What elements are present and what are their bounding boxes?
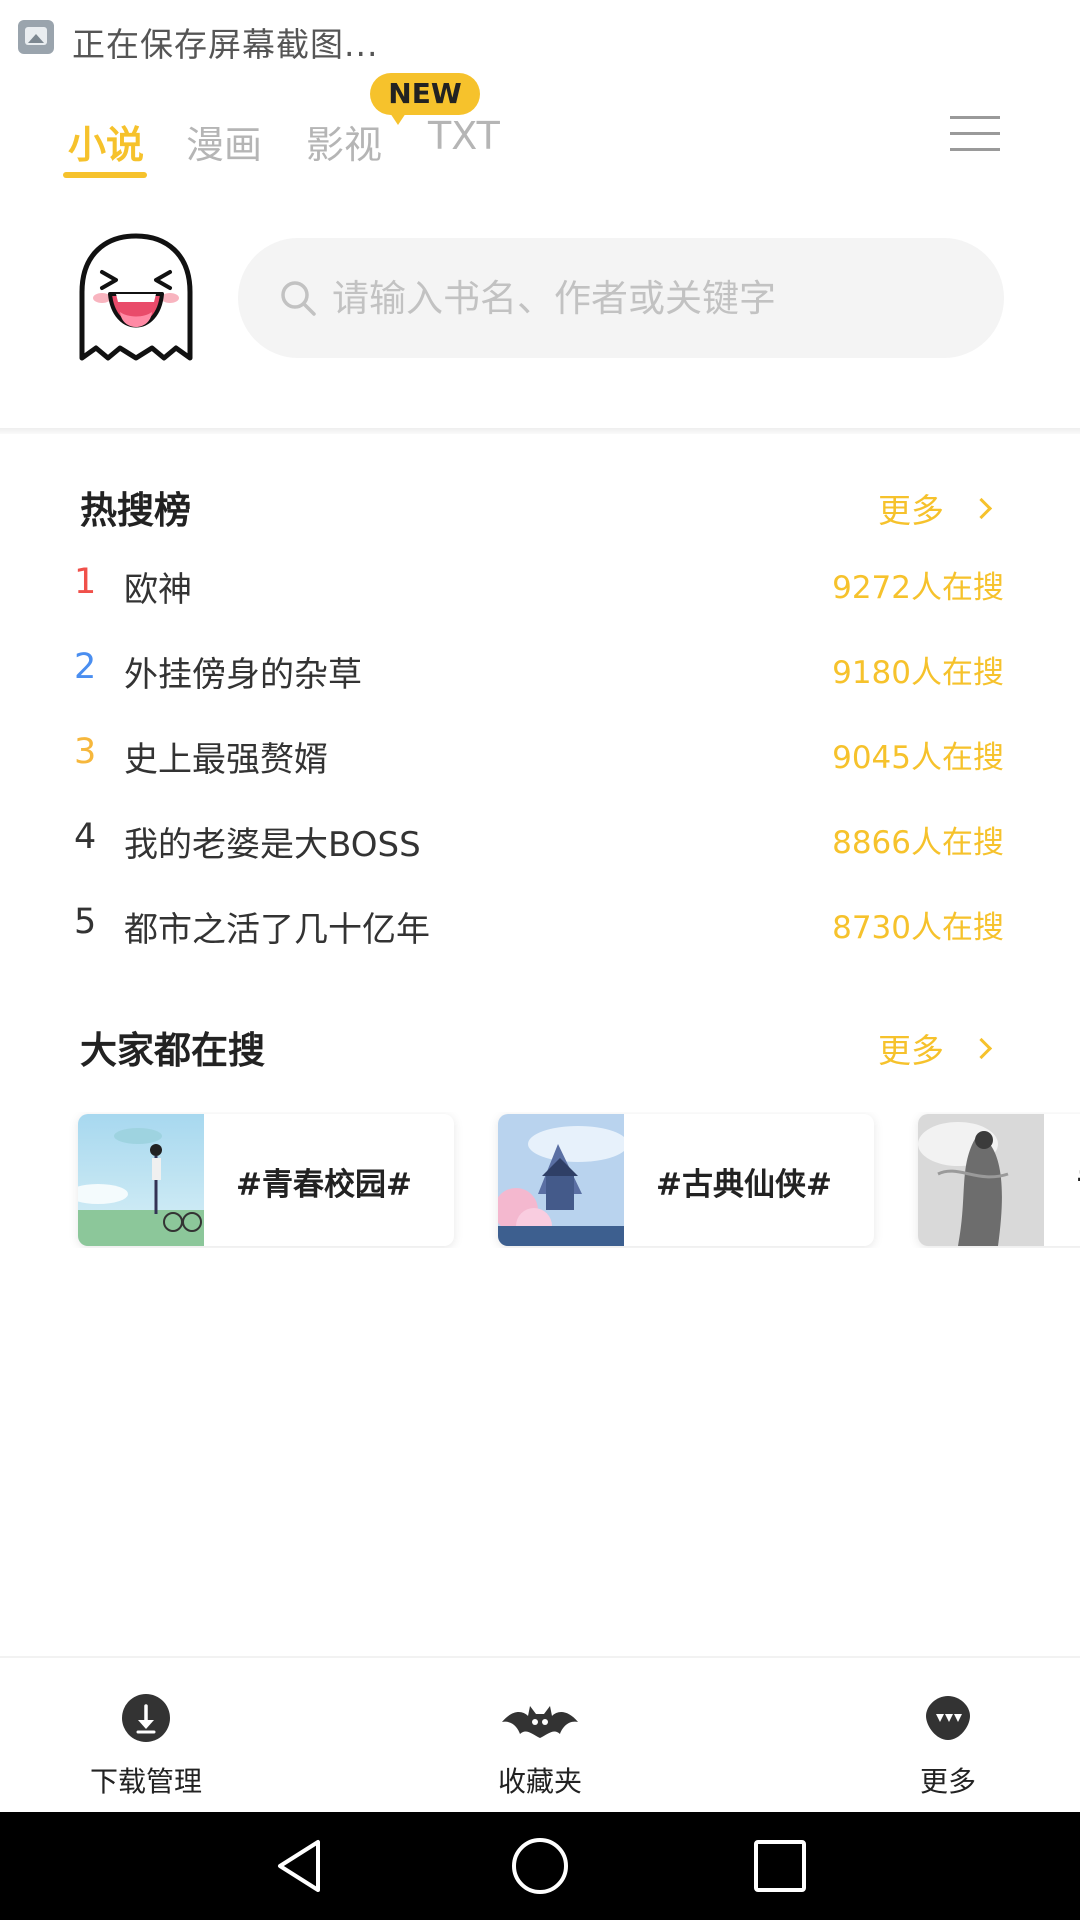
tag-card[interactable]: #	[918, 1114, 1080, 1246]
more-label: 更多	[878, 1031, 944, 1070]
tab-novel[interactable]: 小说	[68, 114, 144, 169]
status-bar: 正在保存屏幕截图...	[0, 0, 1080, 80]
tab-video[interactable]: 影视	[306, 114, 382, 169]
hot-title: 外挂傍身的杂草	[124, 655, 362, 695]
hot-search-item[interactable]: 5 都市之活了几十亿年 8730人在搜	[0, 892, 1080, 962]
category-tabs: 小说 漫画 影视 TXT	[0, 80, 1080, 190]
tag-label: #古典仙侠#	[656, 1167, 832, 1203]
hot-search-title: 热搜榜	[80, 489, 191, 532]
download-icon	[122, 1694, 170, 1742]
ghost-mascot-icon[interactable]	[72, 232, 200, 364]
status-text: 正在保存屏幕截图...	[72, 25, 379, 64]
menu-icon[interactable]	[950, 114, 1000, 154]
hot-count: 9272人在搜	[832, 570, 1004, 606]
hot-search-more-link[interactable]: 更多	[878, 484, 993, 532]
section-divider	[0, 428, 1080, 434]
hot-title: 我的老婆是大BOSS	[124, 825, 421, 865]
tag-label: #	[1076, 1159, 1080, 1195]
hot-count: 9180人在搜	[832, 655, 1004, 691]
hot-count: 8866人在搜	[832, 825, 1004, 861]
hot-rank: 5	[74, 902, 97, 942]
bottom-nav: 下载管理 收藏夹 更多	[0, 1656, 1080, 1812]
hot-search-item[interactable]: 3 史上最强赘婿 9045人在搜	[0, 722, 1080, 792]
recents-icon[interactable]	[750, 1836, 810, 1896]
nav-more[interactable]: 更多	[848, 1658, 1048, 1814]
system-nav-bar	[0, 1812, 1080, 1920]
hot-count: 8730人在搜	[832, 910, 1004, 946]
search-box[interactable]	[238, 238, 1004, 358]
home-icon[interactable]	[510, 1836, 570, 1896]
chevron-right-icon	[970, 1037, 993, 1059]
more-dots-icon	[926, 1696, 970, 1740]
new-badge: NEW	[370, 73, 480, 125]
tag-label: #青春校园#	[236, 1167, 412, 1203]
popular-tags-row: #青春校园# #古典仙侠# #	[0, 1112, 1080, 1248]
hot-rank: 2	[74, 647, 97, 687]
hot-search-item[interactable]: 1 欧神 9272人在搜	[0, 552, 1080, 622]
hot-count: 9045人在搜	[832, 740, 1004, 776]
nav-favorites[interactable]: 收藏夹	[440, 1658, 640, 1814]
hot-title: 史上最强赘婿	[124, 740, 328, 780]
hot-title: 都市之活了几十亿年	[124, 910, 430, 950]
back-icon[interactable]	[272, 1836, 332, 1896]
hot-rank: 3	[74, 732, 97, 772]
nav-download-manager[interactable]: 下载管理	[46, 1658, 246, 1814]
chevron-right-icon	[970, 497, 993, 519]
hot-title: 欧神	[124, 570, 192, 610]
bat-icon	[502, 1706, 578, 1738]
campus-thumbnail	[78, 1114, 204, 1246]
tag-card[interactable]: #青春校园#	[78, 1114, 454, 1246]
hot-search-item[interactable]: 2 外挂傍身的杂草 9180人在搜	[0, 637, 1080, 707]
more-label: 更多	[878, 491, 944, 530]
search-input[interactable]	[332, 258, 972, 338]
xianxia-thumbnail	[498, 1114, 624, 1246]
nav-label: 下载管理	[89, 1765, 202, 1798]
hot-rank: 1	[74, 562, 97, 602]
image-icon	[18, 20, 54, 54]
hot-search-item[interactable]: 4 我的老婆是大BOSS 8866人在搜	[0, 807, 1080, 877]
search-icon	[281, 281, 316, 316]
nav-label: 更多	[919, 1765, 976, 1798]
swordsman-thumbnail	[918, 1114, 1044, 1246]
tag-card[interactable]: #古典仙侠#	[498, 1114, 874, 1246]
hot-rank: 4	[74, 817, 97, 857]
tab-comic[interactable]: 漫画	[186, 114, 262, 169]
popular-search-more-link[interactable]: 更多	[878, 1024, 993, 1072]
popular-search-title: 大家都在搜	[80, 1029, 265, 1072]
nav-label: 收藏夹	[497, 1765, 582, 1798]
tab-txt[interactable]: TXT	[428, 114, 500, 158]
active-tab-indicator	[63, 172, 147, 178]
